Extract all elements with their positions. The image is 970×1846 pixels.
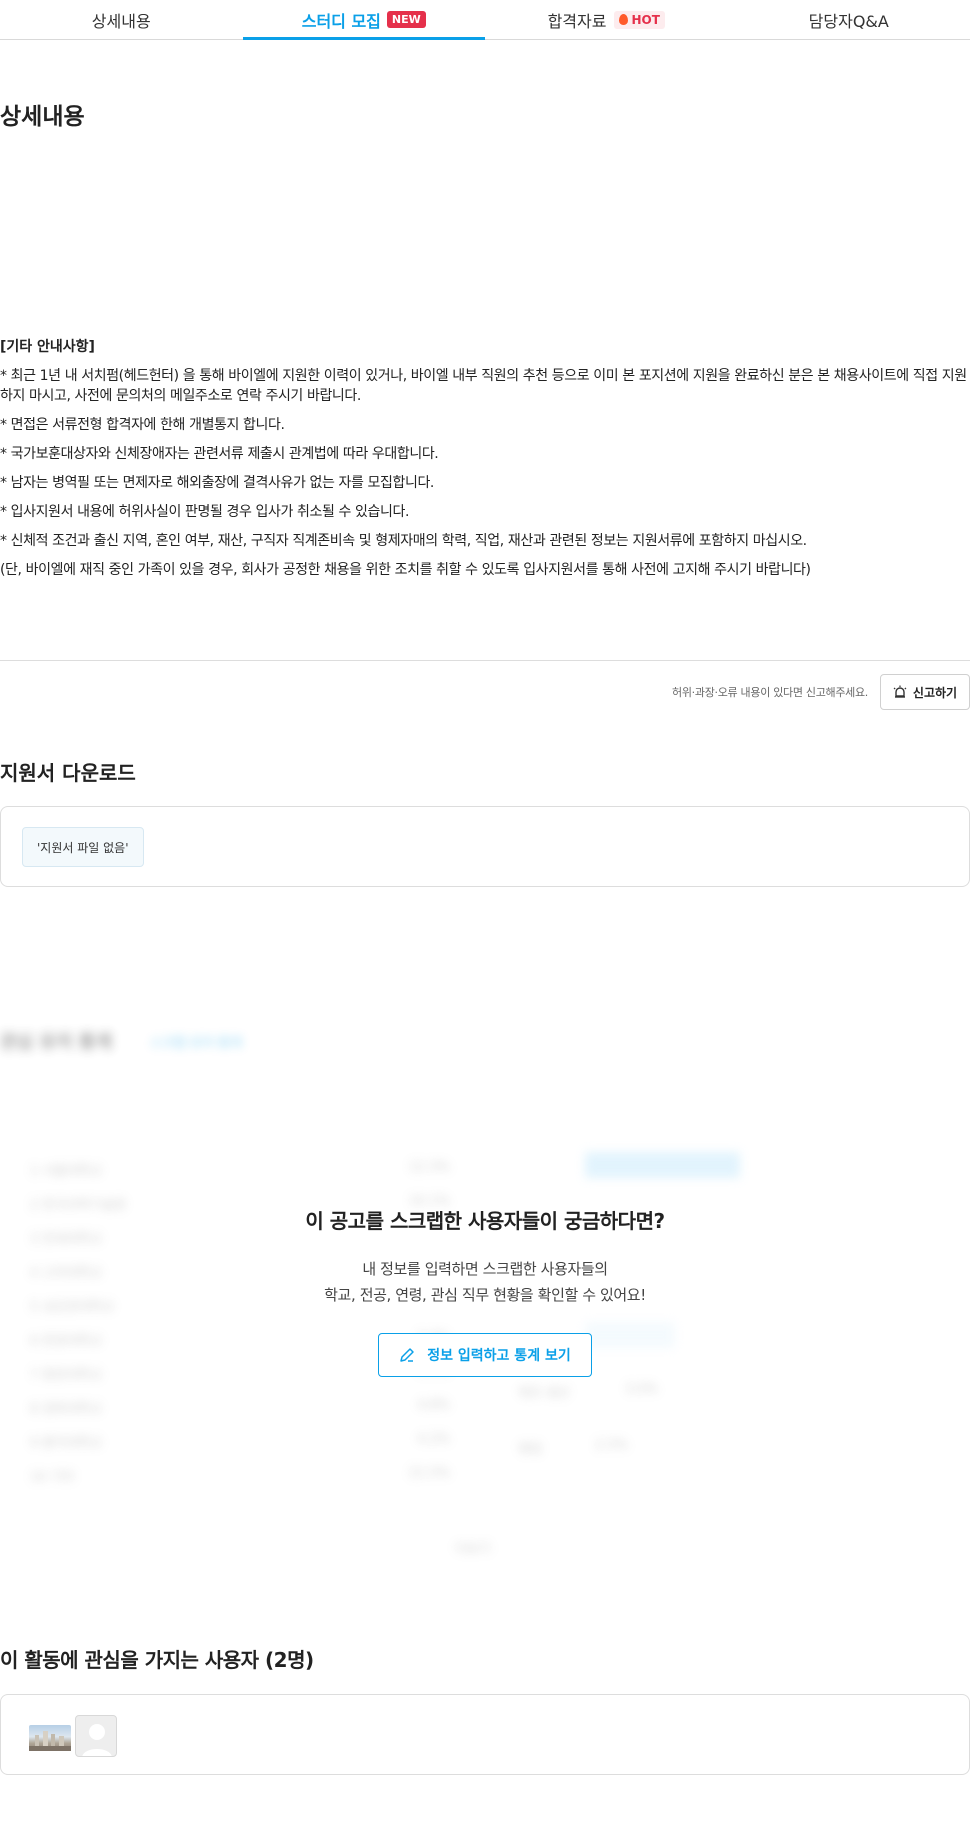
- avatar[interactable]: [75, 1715, 117, 1757]
- tab-manager-qa[interactable]: 담당자Q&A: [728, 0, 970, 39]
- photo-avatar-image: [29, 1731, 71, 1751]
- report-row: 허위·과장·오류 내용이 있다면 신고해주세요. 신고하기: [672, 674, 970, 710]
- notice-line: * 신체적 조건과 출신 지역, 혼인 여부, 재산, 구직자 직계존비속 및 …: [0, 533, 807, 549]
- enter-info-button-label: 정보 입력하고 통계 보기: [427, 1348, 571, 1364]
- blurred-row: 10 기타 21.5%: [30, 1466, 450, 1485]
- tab-label: 상세내용: [91, 11, 151, 31]
- blurred-row: 1 서울대학교 12.3%: [30, 1160, 450, 1179]
- blurred-row: 더보기: [455, 1542, 491, 1557]
- fire-icon: [619, 14, 629, 25]
- notice-line: * 국가보훈대상자와 신체장애자는 관련서류 제출시 관계법에 따라 우대합니다…: [0, 446, 439, 462]
- hot-badge-label: HOT: [631, 12, 660, 27]
- notice-title: [기타 안내사항]: [0, 339, 95, 355]
- siren-icon: [893, 685, 907, 698]
- notice-section: [기타 안내사항] * 최근 1년 내 서치펌(헤드헌터) 을 통해 바이엘에 …: [0, 336, 970, 589]
- report-hint: 허위·과장·오류 내용이 있다면 신고해주세요.: [672, 686, 868, 699]
- report-button[interactable]: 신고하기: [880, 674, 970, 710]
- tab-study-recruit[interactable]: 스터디 모집 NEW: [242, 0, 486, 40]
- default-user-icon: [82, 1724, 112, 1756]
- cta-desc-line: 학교, 전공, 연령, 관심 직무 현황을 확인할 수 있어요!: [324, 1286, 646, 1304]
- avatar[interactable]: [29, 1725, 71, 1751]
- tab-detail[interactable]: 상세내용: [0, 0, 243, 39]
- detail-title: 상세내용: [0, 104, 85, 130]
- notice-line: * 남자는 병역필 또는 면제자로 해외출장에 결격사유가 없는 자를 모집합니…: [0, 475, 434, 491]
- tab-pass-materials[interactable]: 합격자료 HOT: [485, 0, 728, 39]
- no-file-chip: '지원서 파일 없음': [22, 827, 144, 867]
- blurred-row: 9 홍익대학교 4.2%: [30, 1432, 450, 1451]
- tab-label: 담당자Q&A: [808, 11, 889, 31]
- blurred-row: 8 경희대학교 4.8%: [30, 1398, 450, 1417]
- section-divider: [0, 660, 970, 661]
- blurred-bar: [585, 1152, 740, 1178]
- notice-line: * 입사지원서 내용에 허위사실이 판명될 경우 입사가 취소될 수 있습니다.: [0, 504, 410, 520]
- interested-users-box: [0, 1694, 970, 1775]
- blurred-title: 관심 유저 통계: [0, 1032, 112, 1053]
- enter-info-button[interactable]: 정보 입력하고 통계 보기: [378, 1333, 592, 1377]
- interest-title: 이 활동에 관심을 가지는 사용자 (2명): [0, 1648, 314, 1672]
- blurred-row: 제조·생산 3.0%: [518, 1382, 658, 1401]
- stats-cta: 이 공고를 스크랩한 사용자들이 궁금하다면? 내 정보를 입력하면 스크랩한 …: [0, 1205, 970, 1377]
- cta-title: 이 공고를 스크랩한 사용자들이 궁금하다면?: [305, 1209, 665, 1233]
- notice-line: * 최근 1년 내 서치펌(헤드헌터) 을 통해 바이엘에 지원한 이력이 있거…: [0, 368, 967, 404]
- cta-description: 내 정보를 입력하면 스크랩한 사용자들의 학교, 전공, 연령, 관심 직무 …: [0, 1256, 970, 1308]
- cta-desc-line: 내 정보를 입력하면 스크랩한 사용자들의: [362, 1260, 608, 1278]
- download-title: 지원서 다운로드: [0, 761, 136, 785]
- pencil-icon: [400, 1348, 415, 1362]
- notice-line: (단, 바이엘에 재직 중인 가족이 있을 경우, 회사가 공정한 채용을 위한…: [0, 562, 811, 578]
- new-badge: NEW: [386, 11, 426, 28]
- hot-badge: HOT: [614, 10, 665, 29]
- notice-line: * 면접은 서류전형 합격자에 한해 개별통지 합니다.: [0, 417, 285, 433]
- tab-label: 합격자료: [547, 11, 607, 31]
- report-button-label: 신고하기: [912, 685, 958, 700]
- tab-bar: 상세내용 스터디 모집 NEW 합격자료 HOT 담당자Q&A: [0, 0, 970, 40]
- blurred-row: 영업 2.5%: [518, 1438, 628, 1457]
- tab-label: 스터디 모집: [301, 11, 381, 31]
- blurred-sub: 스크랩 유저 통계: [150, 1036, 242, 1051]
- download-box: '지원서 파일 없음': [0, 806, 970, 887]
